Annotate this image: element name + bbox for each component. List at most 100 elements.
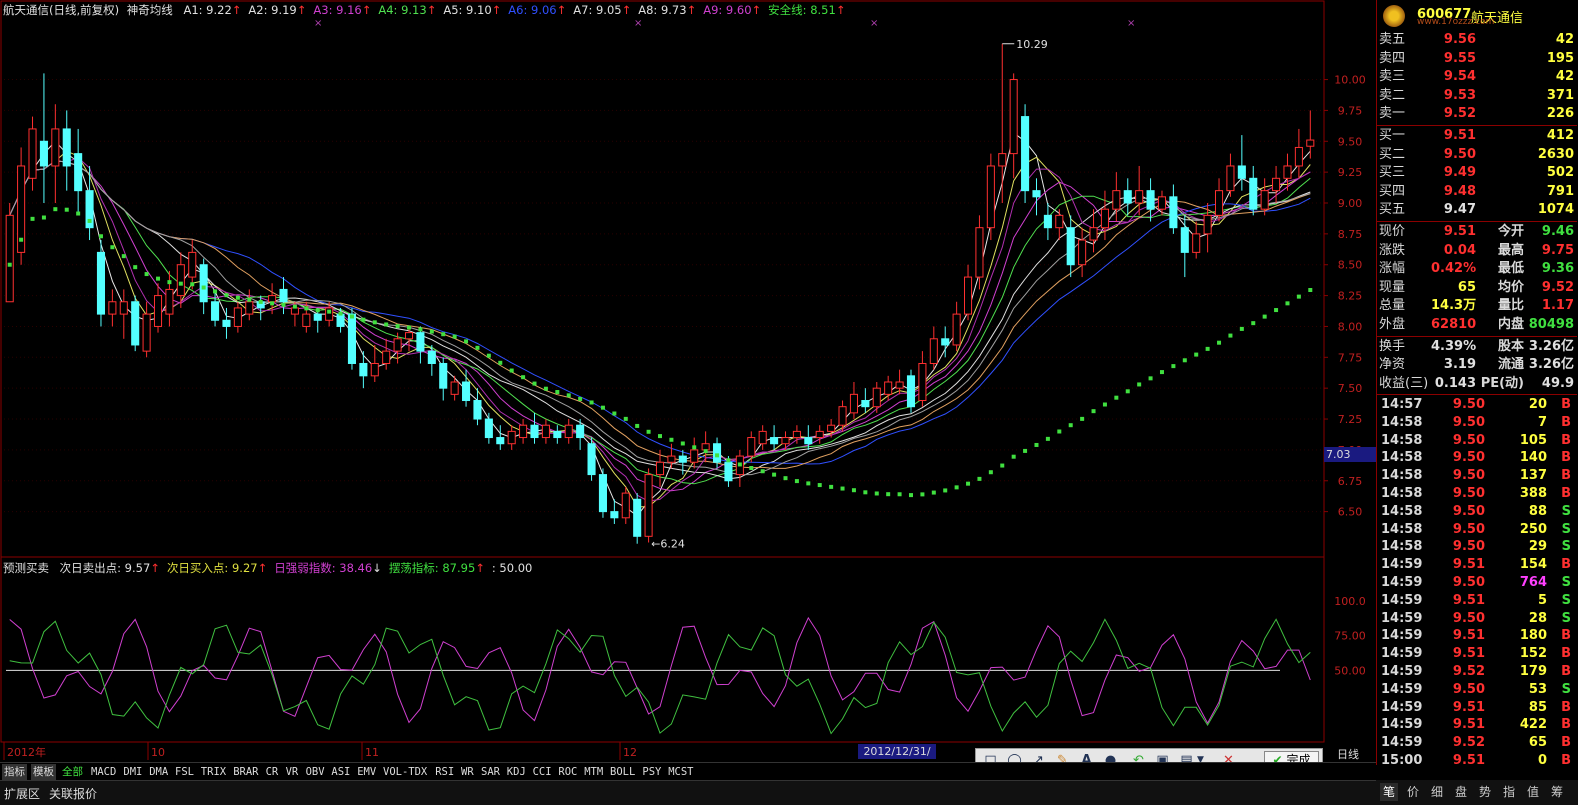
tab-dma[interactable]: DMA [147,764,170,780]
sub-value-5: : 50.00 [491,561,533,575]
tab-brar[interactable]: BRAR [231,764,260,780]
candle-body [849,393,858,414]
candle-body [941,338,950,346]
tab-trix[interactable]: TRIX [199,764,228,780]
tab-expansion-area[interactable]: 扩展区 [4,785,40,802]
candle-body [462,381,471,402]
right-tab-5[interactable]: 指 [1500,783,1518,801]
right-tab-7[interactable]: 筹 [1548,783,1566,801]
safety-line-dot [943,488,948,493]
safety-line-dot [612,411,617,416]
tab-obv[interactable]: OBV [304,764,327,780]
safety-line-dot [213,289,218,294]
tick-row: 14:59 9.50 764 S [1377,574,1577,592]
tick-side: B [1561,450,1571,466]
tab-kdj[interactable]: KDJ [505,764,528,780]
right-tab-3[interactable]: 盘 [1452,783,1470,801]
tick-volume: 179 [1519,663,1547,679]
safety-line-dot [167,280,172,285]
candle-body [1157,196,1167,210]
price-axis-label: 9.00 [1338,197,1363,210]
tab-psy[interactable]: PSY [640,764,663,780]
tab-模板[interactable]: 模板 [31,764,56,780]
tab-cr[interactable]: CR [264,764,281,780]
tab-asi[interactable]: ASI [329,764,352,780]
bid-volume: 412 [1546,128,1574,143]
candle-body [51,128,60,167]
price-axis-label: 10.00 [1334,74,1366,87]
tick-side: B [1561,396,1571,412]
tab-vr[interactable]: VR [284,764,301,780]
safety-line-dot [1068,423,1073,428]
tick-price: 9.51 [1452,628,1485,644]
price-axis-label: 9.75 [1338,104,1363,117]
tab-指标[interactable]: 指标 [2,764,27,780]
candle-body [1146,190,1155,210]
candle-body [119,301,128,315]
candle-body [347,313,357,364]
kline-svg[interactable]: 10.00 9.75 9.50 9.25 9.00 8.75 8.50 8.25 8.00 7.7… [0,0,1378,762]
candle-body [382,350,391,364]
safety-line-dot [532,381,537,386]
candle-body [28,128,37,179]
safety-line-dot [1102,402,1107,407]
quote-row: 总量 14.3万 量比 1.17 [1377,297,1577,315]
tab-rsi[interactable]: RSI [433,764,456,780]
tab-vol-tdx[interactable]: VOL-TDX [381,764,429,780]
tick-volume: 20 [1528,396,1547,412]
right-tab-6[interactable]: 值 [1524,783,1542,801]
safety-line-dot [772,472,777,477]
quote-row: 涨跌 0.04 最高 9.75 [1377,242,1577,260]
tab-dmi[interactable]: DMI [121,764,144,780]
safety-line-dot [931,490,936,495]
tab-related-quotes[interactable]: 关联报价 [49,785,97,802]
tick-time: 14:59 [1381,557,1423,573]
tab-sar[interactable]: SAR [479,764,502,780]
tick-row: 14:58 9.50 88 S [1377,503,1577,521]
arrow-up-icon: ↑ [296,3,307,17]
candle-body [507,430,516,445]
right-tab-4[interactable]: 势 [1476,783,1494,801]
right-tab-2[interactable]: 细 [1428,783,1446,801]
tab-wr[interactable]: WR [459,764,476,780]
quote-label: 最低 [1497,261,1524,277]
safety-line-dot [281,302,286,307]
tab-emv[interactable]: EMV [355,764,378,780]
tab-roc[interactable]: ROC [556,764,579,780]
candle-body [1032,190,1041,198]
candle-body [610,511,619,519]
arrow-up-icon: ↑ [150,561,160,575]
tab-全部[interactable]: 全部 [60,764,85,780]
right-tab-1[interactable]: 价 [1404,783,1422,801]
book-separator [1377,335,1577,337]
tick-side: S [1561,574,1571,590]
tab-boll[interactable]: BOLL [608,764,637,780]
tab-mcst[interactable]: MCST [666,764,695,780]
bid-row: 买二 9.50 2630 [1377,146,1577,164]
period-label[interactable]: 日线 [1337,746,1359,762]
candle-body [473,400,482,420]
candle-body [690,449,699,463]
tab-fsl[interactable]: FSL [173,764,196,780]
tick-price: 9.51 [1452,752,1485,768]
candle-body [302,313,311,327]
right-tab-0[interactable]: 笔 [1380,783,1398,801]
tick-time: 14:59 [1381,610,1423,626]
safety-line-dot [407,325,412,330]
quote-value: 62810 [1431,317,1477,332]
kline-chart-area[interactable]: 10.00 9.75 9.50 9.25 9.00 8.75 8.50 8.25 8.00 7.7… [0,0,1378,777]
safety-line-dot [327,309,332,314]
ma-value-7: A7: 9.05↑ [573,3,632,17]
tab-cci[interactable]: CCI [531,764,554,780]
candle-body [872,387,881,408]
tab-mtm[interactable]: MTM [582,764,605,780]
safety-line-dot [863,490,868,495]
tick-price: 9.50 [1452,610,1485,626]
ask-price: 9.53 [1443,87,1476,103]
tick-side: B [1561,752,1571,768]
ma-value-6: A6: 9.06↑ [508,3,567,17]
tab-macd[interactable]: MACD [89,764,118,780]
safety-line-dot [977,476,982,481]
safety-line-dot [235,295,240,300]
ask-label: 卖五 [1379,32,1406,47]
